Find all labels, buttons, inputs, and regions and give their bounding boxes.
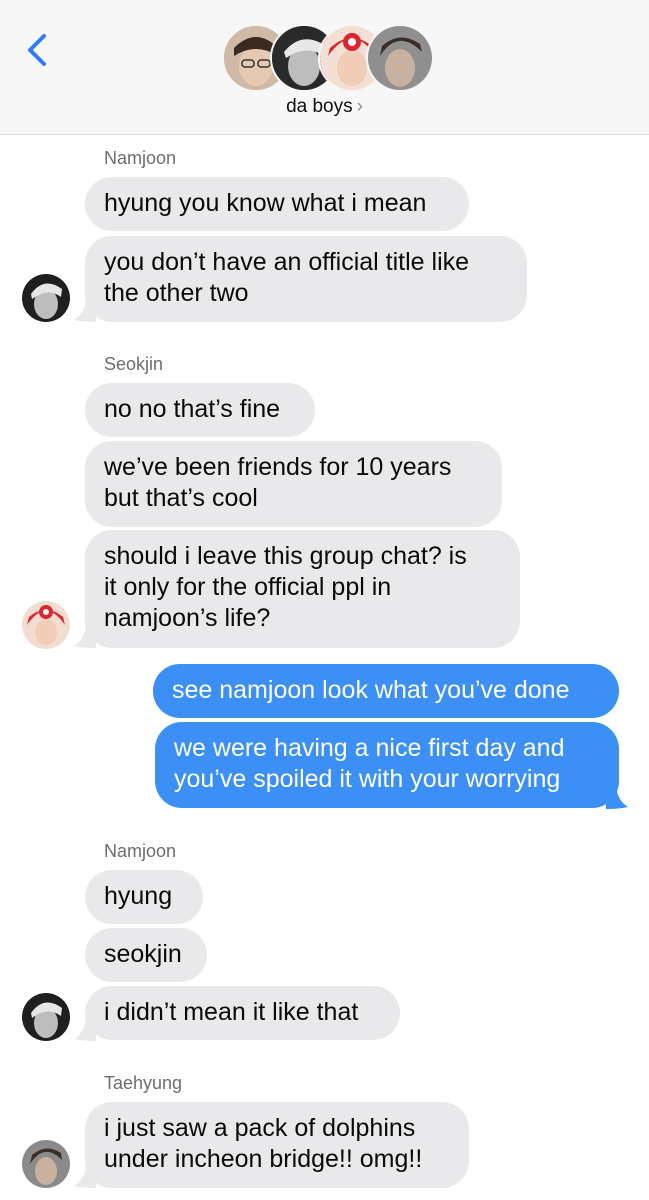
message-text: hyung	[104, 882, 173, 910]
message-bubble[interactable]: hyung	[85, 870, 203, 924]
message-text-line: we’ve been friends for 10 years	[104, 453, 452, 481]
message-bubble[interactable]: see namjoon look what you’ve done	[153, 664, 619, 718]
avatar[interactable]	[22, 274, 70, 322]
message-text: no no that’s fine	[104, 395, 281, 423]
bubble-tail	[74, 300, 96, 322]
message-text-line: you’ve spoiled it with your worrying	[174, 765, 561, 793]
sender-name: Seokjin	[104, 354, 164, 374]
message-text-line: we were having a nice first day and	[174, 734, 565, 762]
message-bubble[interactable]: we’ve been friends for 10 years but that…	[85, 441, 502, 527]
chevron-right-icon: ›	[356, 96, 363, 117]
sender-name: Namjoon	[104, 148, 177, 168]
message-text: seokjin	[104, 940, 182, 968]
avatar[interactable]	[22, 601, 70, 649]
bubble-tail	[606, 787, 628, 809]
message-text-line: should i leave this group chat? is	[104, 542, 467, 570]
message-bubble[interactable]: no no that’s fine	[85, 383, 315, 437]
message-bubble[interactable]: should i leave this group chat? is it on…	[85, 530, 520, 648]
message-text-line: namjoon’s life?	[104, 604, 271, 632]
message-bubble[interactable]: you don’t have an official title like th…	[85, 236, 527, 322]
sender-name: Namjoon	[104, 841, 177, 861]
sender-name: Taehyung	[104, 1073, 183, 1093]
message-bubble[interactable]: i just saw a pack of dolphins under inch…	[85, 1102, 469, 1188]
message-text: hyung you know what i mean	[104, 189, 427, 217]
bubble-tail	[74, 626, 96, 648]
message-bubble[interactable]: i didn’t mean it like that	[85, 986, 400, 1040]
avatar[interactable]	[22, 1140, 70, 1188]
message-text: see namjoon look what you’ve done	[172, 676, 570, 704]
message-bubble[interactable]: seokjin	[85, 928, 207, 982]
message-text-line: the other two	[104, 279, 249, 307]
group-name[interactable]: da boys ›	[0, 96, 649, 118]
message-text-line: it only for the official ppl in	[104, 573, 392, 601]
message-text: i didn’t mean it like that	[104, 998, 359, 1026]
avatar	[366, 24, 434, 92]
message-bubble[interactable]: we were having a nice first day and you’…	[155, 722, 619, 808]
message-text-line: under incheon bridge!! omg!!	[104, 1145, 423, 1173]
group-avatars[interactable]	[222, 24, 434, 92]
avatar[interactable]	[22, 993, 70, 1041]
conversation-header: da boys ›	[0, 0, 649, 135]
bubble-tail	[74, 1166, 96, 1188]
group-name-label: da boys	[286, 96, 353, 117]
message-text-line: i just saw a pack of dolphins	[104, 1114, 416, 1142]
chevron-left-icon[interactable]	[22, 30, 52, 70]
message-text-line: but that’s cool	[104, 484, 258, 512]
message-bubble[interactable]: hyung you know what i mean	[85, 177, 469, 231]
message-text-line: you don’t have an official title like	[104, 248, 470, 276]
bubble-tail	[74, 1019, 96, 1041]
